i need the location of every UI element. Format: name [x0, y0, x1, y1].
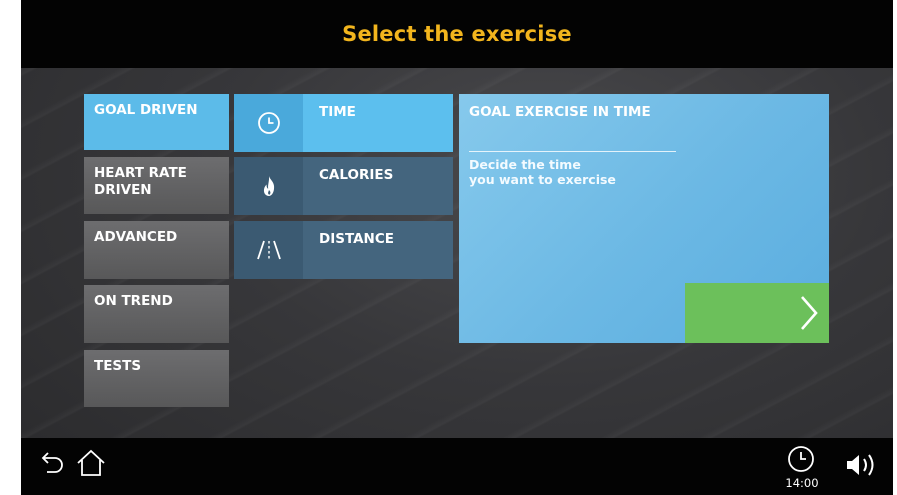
category-goal-driven-button[interactable]: GOAL DRIVEN	[84, 94, 229, 150]
option-distance-button[interactable]: DISTANCE	[234, 221, 453, 279]
category-label: ADVANCED	[94, 229, 178, 245]
panel-title: GOAL EXERCISE IN TIME	[469, 104, 651, 120]
exercise-selection-screen: Select the exercise GOAL DRIVEN HEART RA…	[21, 0, 893, 495]
back-arrow-icon	[41, 452, 63, 473]
back-button[interactable]	[38, 451, 66, 479]
next-button[interactable]	[685, 283, 829, 343]
home-button[interactable]	[76, 448, 106, 482]
category-heart-rate-driven-button[interactable]: HEART RATE DRIVEN	[84, 157, 229, 214]
footer-bar: 14:00	[21, 438, 893, 495]
header-bar: Select the exercise	[21, 0, 893, 68]
category-on-trend-button[interactable]: ON TREND	[84, 285, 229, 343]
clock-button[interactable]	[786, 444, 816, 478]
panel-description-line2: you want to exercise	[469, 172, 616, 187]
category-label: HEART RATE DRIVEN	[94, 165, 187, 198]
road-icon	[234, 221, 303, 279]
category-tests-button[interactable]: TESTS	[84, 350, 229, 407]
category-label: GOAL DRIVEN	[94, 102, 198, 118]
option-label: TIME	[319, 104, 356, 120]
clock-icon	[788, 446, 814, 472]
flame-icon	[234, 157, 303, 215]
chevron-right-icon	[801, 296, 818, 330]
category-label: TESTS	[94, 358, 142, 374]
panel-description-line1: Decide the time	[469, 157, 581, 172]
home-icon	[77, 449, 105, 476]
option-label: CALORIES	[319, 167, 394, 183]
volume-button[interactable]	[845, 452, 879, 482]
divider	[469, 151, 676, 152]
category-advanced-button[interactable]: ADVANCED	[84, 221, 229, 279]
goal-detail-panel: GOAL EXERCISE IN TIME Decide the time yo…	[459, 94, 829, 343]
option-label: DISTANCE	[319, 231, 394, 247]
clock-time: 14:00	[785, 476, 819, 490]
volume-icon	[847, 454, 874, 476]
clock-icon	[234, 94, 303, 152]
category-label: ON TREND	[94, 293, 173, 309]
option-time-button[interactable]: TIME	[234, 94, 453, 152]
page-title: Select the exercise	[342, 22, 572, 46]
option-calories-button[interactable]: CALORIES	[234, 157, 453, 215]
